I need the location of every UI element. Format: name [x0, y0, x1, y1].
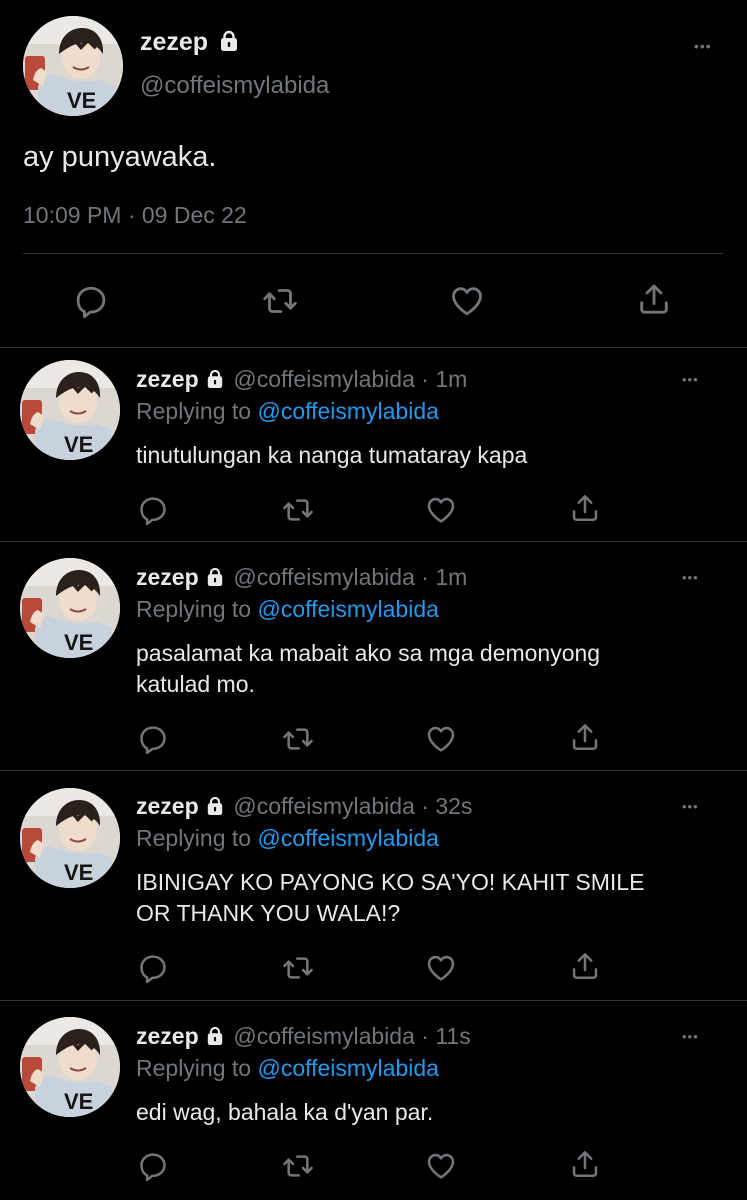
divider	[23, 253, 724, 254]
reply-icon[interactable]	[137, 494, 169, 526]
retweet-icon[interactable]	[282, 952, 314, 984]
like-icon[interactable]	[425, 494, 457, 526]
like-icon[interactable]	[449, 283, 485, 319]
lock-icon	[206, 1026, 224, 1046]
avatar[interactable]	[20, 558, 120, 658]
avatar[interactable]	[20, 788, 120, 888]
handle[interactable]: @coffeismylabida	[233, 366, 414, 392]
retweet-icon[interactable]	[282, 494, 314, 526]
reply-icon[interactable]	[137, 1150, 169, 1182]
replying-to: Replying to @coffeismylabida	[136, 596, 439, 623]
like-icon[interactable]	[425, 1150, 457, 1182]
like-icon[interactable]	[425, 723, 457, 755]
share-icon[interactable]	[569, 950, 601, 982]
reply-icon[interactable]	[137, 723, 169, 755]
avatar-image	[20, 788, 120, 888]
reply-time[interactable]: · 32s	[421, 793, 472, 819]
reply-time[interactable]: · 1m	[421, 564, 467, 590]
display-name[interactable]: zezep	[140, 28, 239, 57]
replying-to-link[interactable]: @coffeismylabida	[257, 596, 438, 622]
replying-to-label: Replying to	[136, 1055, 252, 1081]
tweet-text: ay punyawaka.	[23, 141, 217, 173]
more-icon[interactable]: •••	[694, 38, 712, 54]
divider	[0, 347, 747, 348]
replying-to-label: Replying to	[136, 398, 252, 424]
replying-to: Replying to @coffeismylabida	[136, 1055, 439, 1082]
tweet-timestamp[interactable]: 10:09 PM · 09 Dec 22	[23, 202, 247, 229]
reply-text-line: OR THANK YOU WALA!?	[136, 900, 401, 926]
reply-text: edi wag, bahala ka d'yan par.	[136, 1097, 433, 1128]
handle[interactable]: @coffeismylabida	[233, 1023, 414, 1049]
avatar-image	[23, 16, 123, 116]
lock-icon	[219, 30, 239, 52]
replying-to-label: Replying to	[136, 596, 252, 622]
handle[interactable]: @coffeismylabida	[233, 793, 414, 819]
lock-icon	[206, 796, 224, 816]
avatar[interactable]	[20, 1017, 120, 1117]
more-icon[interactable]: •••	[682, 1029, 699, 1044]
replying-to: Replying to @coffeismylabida	[136, 825, 439, 852]
avatar-image	[20, 360, 120, 460]
reply-text: pasalamat ka mabait ako sa mga demonyong…	[136, 638, 600, 700]
share-icon[interactable]	[636, 281, 672, 317]
divider	[0, 541, 747, 542]
replying-to-link[interactable]: @coffeismylabida	[257, 825, 438, 851]
reply-text: IBINIGAY KO PAYONG KO SA'YO! KAHIT SMILE…	[136, 867, 644, 929]
reply-text-line: pasalamat ka mabait ako sa mga demonyong	[136, 640, 601, 666]
display-name[interactable]: zezep	[136, 1023, 199, 1049]
avatar[interactable]	[23, 16, 123, 116]
more-icon[interactable]: •••	[682, 799, 699, 814]
handle[interactable]: @coffeismylabida	[140, 72, 329, 100]
like-icon[interactable]	[425, 952, 457, 984]
divider	[0, 1000, 747, 1001]
reply-text-line: katulad mo.	[136, 671, 255, 697]
lock-icon	[206, 567, 224, 587]
reply-header: zezep @coffeismylabida · 11s	[136, 1023, 471, 1050]
reply-icon[interactable]	[73, 283, 109, 319]
replying-to-link[interactable]: @coffeismylabida	[257, 398, 438, 424]
retweet-icon[interactable]	[282, 1150, 314, 1182]
share-icon[interactable]	[569, 1148, 601, 1180]
divider	[0, 770, 747, 771]
display-name[interactable]: zezep	[136, 564, 199, 590]
reply-header: zezep @coffeismylabida · 1m	[136, 564, 467, 591]
lock-icon	[206, 369, 224, 389]
replying-to: Replying to @coffeismylabida	[136, 398, 439, 425]
reply-text-line: edi wag, bahala ka d'yan par.	[136, 1099, 434, 1125]
avatar[interactable]	[20, 360, 120, 460]
share-icon[interactable]	[569, 721, 601, 753]
reply-text: tinutulungan ka nanga tumataray kapa	[136, 440, 527, 471]
display-name[interactable]: zezep	[136, 793, 199, 819]
display-name-text: zezep	[140, 28, 209, 56]
reply-text-line: tinutulungan ka nanga tumataray kapa	[136, 442, 528, 468]
handle[interactable]: @coffeismylabida	[233, 564, 414, 590]
reply-header: zezep @coffeismylabida · 32s	[136, 793, 472, 820]
more-icon[interactable]: •••	[682, 570, 699, 585]
display-name[interactable]: zezep	[136, 366, 199, 392]
retweet-icon[interactable]	[262, 283, 298, 319]
reply-time[interactable]: · 11s	[421, 1023, 470, 1049]
replying-to-link[interactable]: @coffeismylabida	[257, 1055, 438, 1081]
avatar-image	[20, 558, 120, 658]
avatar-image	[20, 1017, 120, 1117]
share-icon[interactable]	[569, 492, 601, 524]
retweet-icon[interactable]	[282, 723, 314, 755]
reply-time[interactable]: · 1m	[421, 366, 467, 392]
replying-to-label: Replying to	[136, 825, 252, 851]
reply-text-line: IBINIGAY KO PAYONG KO SA'YO! KAHIT SMILE	[136, 869, 645, 895]
reply-icon[interactable]	[137, 952, 169, 984]
reply-header: zezep @coffeismylabida · 1m	[136, 366, 467, 393]
more-icon[interactable]: •••	[682, 372, 699, 387]
